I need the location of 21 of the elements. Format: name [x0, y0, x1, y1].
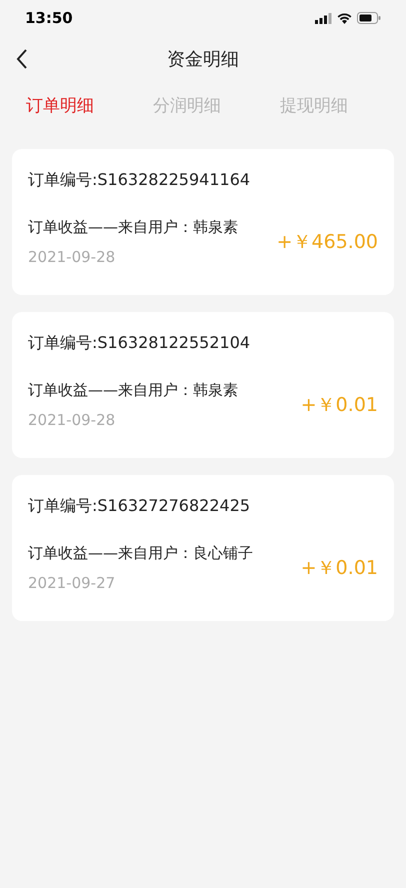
order-date: 2021-09-28 — [28, 247, 116, 267]
order-amount: +￥0.01 — [300, 392, 378, 418]
order-description: 订单收益——来自用户：韩泉素 — [28, 217, 238, 237]
wifi-icon — [337, 12, 352, 24]
tab[interactable]: 提现明细 — [280, 94, 348, 120]
order-amount: +￥0.01 — [300, 556, 378, 581]
signal-icon — [315, 12, 332, 24]
battery-icon — [357, 12, 381, 24]
tab[interactable]: 分润明细 — [153, 94, 221, 120]
order-number: 订单编号:S16328122552104 — [28, 332, 250, 354]
page-title: 资金明细 — [167, 48, 239, 72]
order-description: 订单收益——来自用户：韩泉素 — [28, 380, 238, 400]
order-number: 订单编号:S16327276822425 — [28, 495, 250, 517]
order-date: 2021-09-28 — [28, 410, 116, 430]
tab[interactable]: 订单明细 — [26, 94, 94, 120]
status-time: 13:50 — [25, 8, 73, 29]
order-description: 订单收益——来自用户：良心铺子 — [28, 543, 253, 563]
order-date: 2021-09-27 — [28, 573, 116, 593]
order-amount: +￥465.00 — [276, 230, 378, 255]
order-number: 订单编号:S16328225941164 — [28, 169, 250, 191]
back-icon — [16, 49, 28, 69]
